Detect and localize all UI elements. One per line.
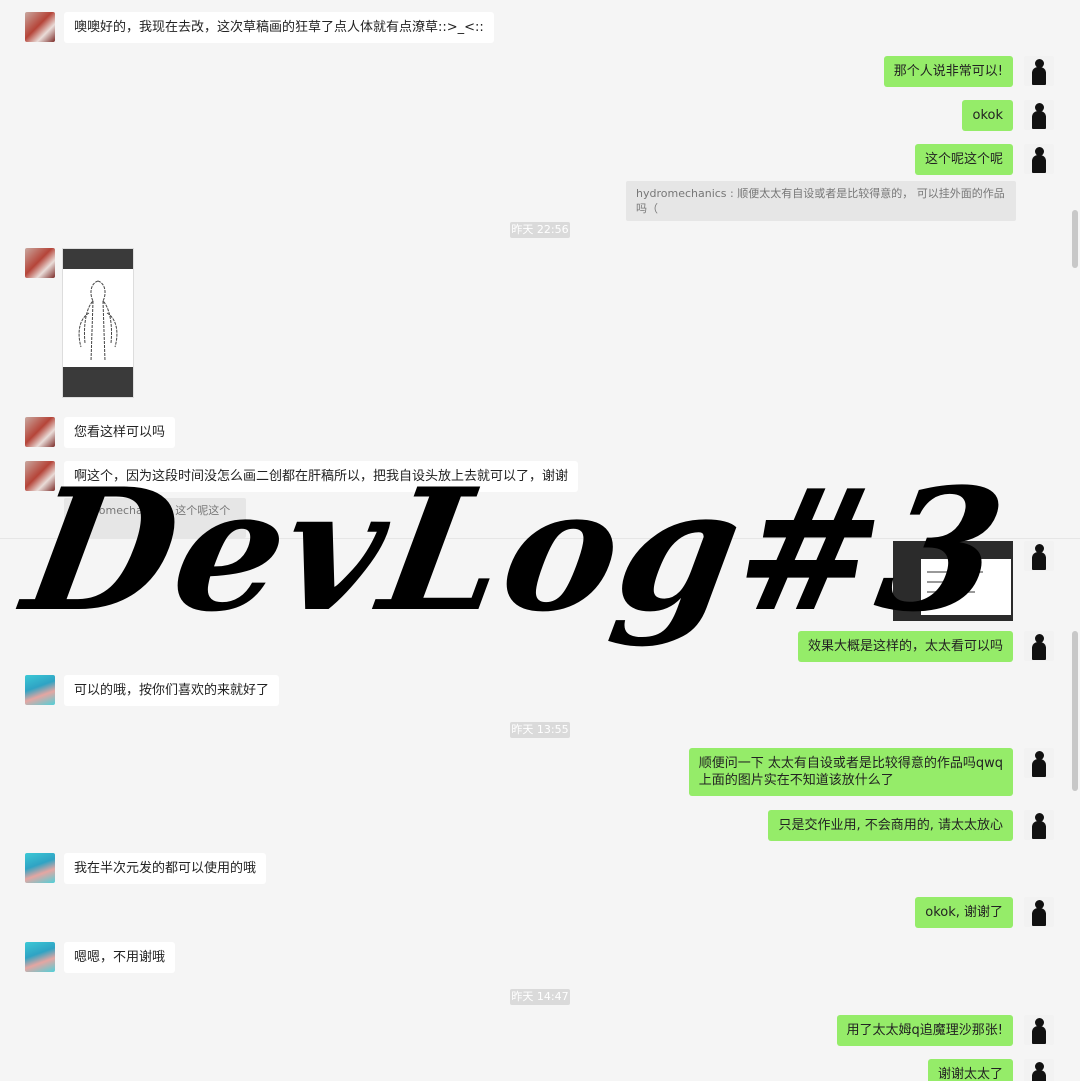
message-bubble[interactable]: 谢谢太太了 [927, 1059, 1013, 1081]
text-line [927, 581, 967, 583]
avatar[interactable] [25, 461, 55, 491]
message-outgoing: 那个人说非常可以! [883, 56, 1054, 87]
message-bubble[interactable]: 您看这样可以吗 [64, 417, 176, 448]
message-outgoing: 效果大概是这样的，太太看可以吗 [797, 631, 1054, 662]
message-bubble[interactable]: 噢噢好的，我现在去改，这次草稿画的狂草了点人体就有点潦草::>_<:: [64, 12, 494, 43]
chat-panel-bottom: 效果大概是这样的，太太看可以吗 可以的哦，按你们喜欢的来就好了 昨天 13:55… [0, 538, 1080, 1081]
image-thumbnail[interactable] [62, 248, 134, 398]
image-thumbnail[interactable] [893, 541, 1013, 621]
avatar[interactable] [25, 942, 55, 972]
message-incoming: 您看这样可以吗 [25, 417, 176, 448]
message-outgoing: 谢谢太太了 [927, 1059, 1054, 1081]
message-bubble[interactable]: 我在半次元发的都可以使用的哦 [64, 853, 267, 884]
message-outgoing: okok, 谢谢了 [915, 897, 1054, 928]
avatar[interactable] [25, 853, 55, 883]
avatar[interactable] [1024, 897, 1054, 927]
message-incoming: 嗯嗯，不用谢哦 [25, 942, 176, 973]
message-outgoing: 只是交作业用, 不会商用的, 请太太放心 [768, 810, 1054, 841]
message-bubble[interactable]: okok [962, 100, 1013, 131]
message-incoming-image [25, 248, 134, 398]
message-bubble[interactable]: 用了太太姆q追魔理沙那张! [836, 1015, 1013, 1046]
avatar[interactable] [25, 248, 55, 278]
message-outgoing: 这个呢这个呢 [914, 144, 1054, 175]
message-bubble[interactable]: 这个呢这个呢 [914, 144, 1013, 175]
message-bubble[interactable]: 可以的哦，按你们喜欢的来就好了 [64, 675, 280, 706]
avatar[interactable] [1024, 100, 1054, 130]
timestamp: 昨天 13:55 [510, 722, 570, 738]
message-incoming: 我在半次元发的都可以使用的哦 [25, 853, 267, 884]
sketch-image [78, 280, 118, 362]
avatar[interactable] [1024, 1059, 1054, 1081]
message-bubble[interactable]: okok, 谢谢了 [915, 897, 1013, 928]
avatar[interactable] [1024, 56, 1054, 86]
avatar[interactable] [25, 12, 55, 42]
message-bubble[interactable]: 顺便问一下 太太有自设或者是比较得意的作品吗qwq 上面的图片实在不知道该放什么… [688, 748, 1013, 796]
avatar[interactable] [25, 675, 55, 705]
avatar[interactable] [1024, 1015, 1054, 1045]
app-toolbar [63, 249, 133, 269]
text-line [927, 591, 975, 593]
avatar[interactable] [1024, 631, 1054, 661]
avatar[interactable] [25, 417, 55, 447]
avatar[interactable] [1024, 748, 1054, 778]
avatar[interactable] [1024, 144, 1054, 174]
message-outgoing: okok [962, 100, 1054, 131]
chat-panel-top: 噢噢好的，我现在去改，这次草稿画的狂草了点人体就有点潦草::>_<:: 那个人说… [0, 0, 1080, 538]
message-incoming: 啊这个，因为这段时间没怎么画二创都在肝稿所以，把我自设头放上去就可以了，谢谢 [25, 461, 579, 492]
message-incoming: 可以的哦，按你们喜欢的来就好了 [25, 675, 280, 706]
message-bubble[interactable]: 效果大概是这样的，太太看可以吗 [797, 631, 1013, 662]
message-outgoing-image [893, 541, 1054, 621]
app-toolbar [63, 367, 133, 397]
message-bubble[interactable]: 只是交作业用, 不会商用的, 请太太放心 [768, 810, 1013, 841]
avatar[interactable] [1024, 810, 1054, 840]
quoted-message[interactable]: hydromechanics : 顺便太太有自设或者是比较得意的， 可以挂外面的… [626, 181, 1016, 221]
scrollbar-thumb[interactable] [1072, 631, 1078, 791]
document-preview [921, 559, 1011, 615]
quoted-message[interactable]: hydromechanics : 这个呢这个呢 [64, 498, 246, 538]
message-incoming: 噢噢好的，我现在去改，这次草稿画的狂草了点人体就有点潦草::>_<:: [25, 12, 494, 43]
message-bubble[interactable]: 嗯嗯，不用谢哦 [64, 942, 176, 973]
message-bubble[interactable]: 那个人说非常可以! [883, 56, 1013, 87]
scrollbar-thumb[interactable] [1072, 210, 1078, 268]
text-line [927, 571, 983, 573]
avatar[interactable] [1024, 541, 1054, 571]
timestamp: 昨天 22:56 [510, 222, 570, 238]
timestamp: 昨天 14:47 [510, 989, 570, 1005]
message-outgoing: 顺便问一下 太太有自设或者是比较得意的作品吗qwq 上面的图片实在不知道该放什么… [688, 748, 1054, 796]
message-outgoing: 用了太太姆q追魔理沙那张! [836, 1015, 1054, 1046]
message-bubble[interactable]: 啊这个，因为这段时间没怎么画二创都在肝稿所以，把我自设头放上去就可以了，谢谢 [64, 461, 579, 492]
